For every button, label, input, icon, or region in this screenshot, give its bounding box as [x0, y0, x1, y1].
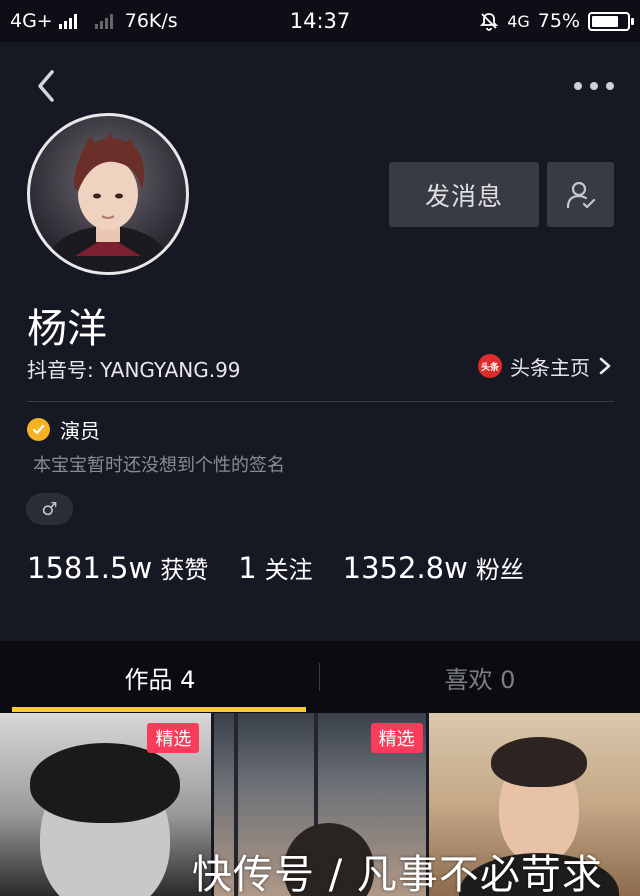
profile-name: 杨洋 — [27, 306, 107, 352]
thumbnail-hair — [490, 737, 587, 787]
toutiao-logo-icon: 头条 — [478, 354, 502, 378]
network-type-right: 4G — [507, 11, 530, 31]
signal-icon-secondary — [94, 13, 113, 29]
stat-label: 获赞 — [160, 556, 209, 584]
more-dot — [574, 82, 582, 90]
network-speed: 76K/s — [124, 10, 178, 32]
status-right: 4G 75% — [479, 0, 634, 42]
chevron-right-icon — [599, 357, 611, 375]
tab-likes[interactable]: 喜欢 0 — [320, 641, 640, 713]
status-left: 4G+ 76K/s — [10, 0, 178, 42]
verification-row: 演员 — [27, 415, 100, 443]
active-tab-indicator — [12, 707, 306, 712]
avatar[interactable] — [27, 113, 189, 275]
avatar-portrait — [46, 132, 170, 272]
status-bar: 4G+ 76K/s 14:37 4G 75% — [0, 0, 640, 42]
stat-value: 1 — [238, 551, 257, 585]
stat-followers[interactable]: 1352.8w 粉丝 — [343, 550, 524, 585]
battery-percent: 75% — [537, 10, 580, 32]
toutiao-link-label: 头条主页 — [510, 355, 590, 380]
more-dot — [606, 82, 614, 90]
more-button[interactable] — [574, 74, 614, 98]
signal-icon — [58, 13, 77, 29]
send-message-button[interactable]: 发消息 — [389, 162, 539, 227]
toutiao-homepage-link[interactable]: 头条 头条主页 — [478, 350, 612, 382]
verification-label: 演员 — [60, 418, 100, 443]
profile-page: 4G+ 76K/s 14:37 4G 75% 发消息 杨洋 抖音号: YANGY… — [0, 0, 640, 896]
stat-label: 关注 — [264, 556, 313, 584]
divider — [27, 401, 614, 402]
network-type-left: 4G+ — [10, 10, 53, 32]
stat-following[interactable]: 1 关注 — [238, 550, 312, 585]
battery-icon — [588, 11, 634, 31]
stat-value: 1352.8w — [342, 551, 468, 585]
more-dot — [590, 82, 598, 90]
tab-works[interactable]: 作品 4 — [0, 641, 320, 713]
battery-fill — [592, 15, 618, 27]
verified-check-icon — [27, 417, 50, 441]
stat-label: 粉丝 — [475, 556, 524, 584]
signature: 本宝宝暂时还没想到个性的签名 — [33, 455, 285, 476]
back-button[interactable] — [28, 66, 64, 106]
watermark: 快传号 / 凡事不必苛求 — [192, 852, 603, 896]
chevron-left-icon — [38, 70, 54, 102]
douyin-id: 抖音号: YANGYANG.99 — [27, 358, 241, 382]
stat-value: 1581.5w — [27, 551, 153, 585]
content-tabs: 作品 4 喜欢 0 — [0, 641, 640, 713]
gender-male-icon: ♂ — [26, 493, 73, 525]
mute-bell-icon — [480, 13, 499, 31]
stats-row: 1581.5w 获赞 1 关注 1352.8w 粉丝 — [27, 550, 554, 585]
stat-likes[interactable]: 1581.5w 获赞 — [27, 550, 208, 585]
video-thumbnail[interactable]: 精选 — [0, 713, 212, 896]
follow-button[interactable] — [547, 162, 614, 227]
thumbnail-hair — [30, 743, 180, 823]
featured-badge: 精选 — [370, 723, 423, 753]
featured-badge: 精选 — [147, 723, 200, 753]
user-check-icon — [566, 181, 595, 208]
